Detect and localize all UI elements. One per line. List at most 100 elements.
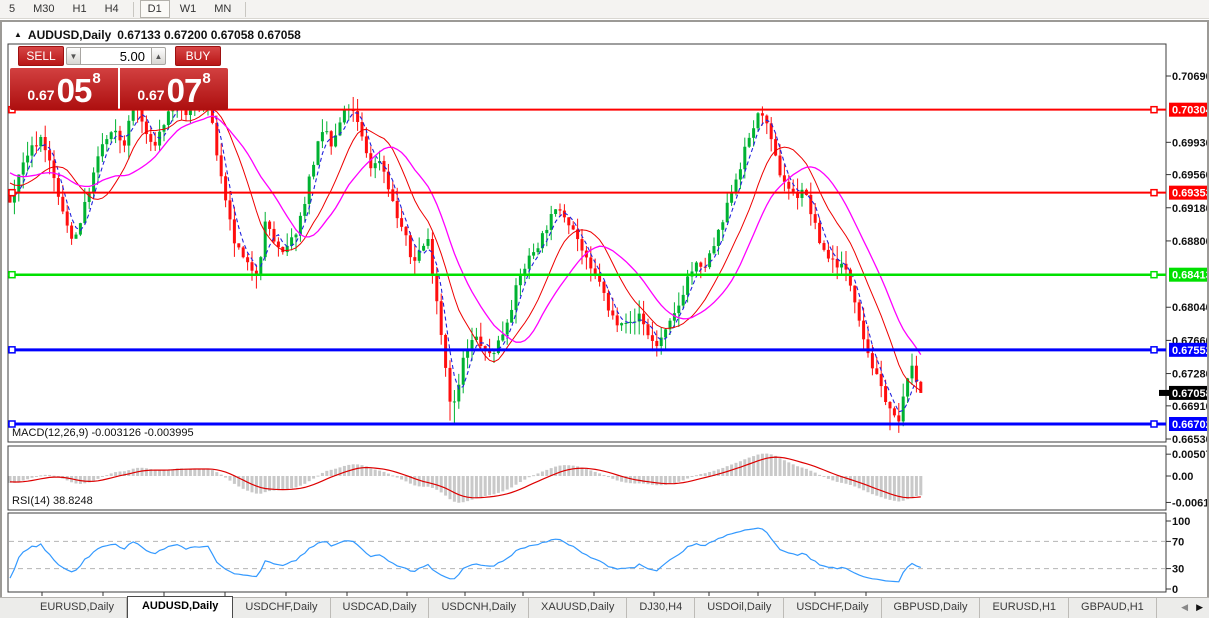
- level-price-badge-label: 0.66702: [1172, 419, 1207, 431]
- chart-tab-usdcnh-daily[interactable]: USDCNH,Daily: [429, 598, 530, 618]
- volume-increase-button[interactable]: ▲: [151, 47, 166, 65]
- level-line-handle[interactable]: [8, 188, 16, 197]
- timeframe-button-mn[interactable]: MN: [206, 0, 239, 18]
- candle-body: [848, 269, 852, 286]
- chart-tab-gbpusd-daily[interactable]: GBPUSD,Daily: [882, 598, 981, 618]
- macd-histogram-bar: [140, 467, 144, 476]
- macd-histogram-bar: [276, 476, 280, 491]
- tabs-scroll-left-icon[interactable]: ◀: [1181, 602, 1188, 613]
- sell-price-button[interactable]: 0.67 05 8: [10, 68, 118, 110]
- macd-histogram-bar: [813, 472, 817, 476]
- macd-histogram-bar: [523, 476, 527, 480]
- macd-histogram-bar: [906, 476, 910, 500]
- macd-histogram-bar: [17, 476, 21, 482]
- macd-histogram-bar: [206, 469, 210, 476]
- macd-histogram-bar: [281, 476, 285, 490]
- chart-tab-usdchf-daily[interactable]: USDCHF,Daily: [233, 598, 331, 618]
- macd-histogram-bar: [426, 476, 430, 487]
- timeframe-button-m30[interactable]: M30: [25, 0, 62, 18]
- macd-histogram-bar: [400, 476, 404, 480]
- candle-body: [615, 315, 619, 326]
- macd-histogram-bar: [470, 476, 474, 500]
- candle-body: [39, 137, 43, 147]
- macd-histogram-bar: [765, 453, 769, 476]
- macd-histogram-bar: [483, 476, 487, 497]
- timeframe-button-w1[interactable]: W1: [172, 0, 205, 18]
- macd-histogram-bar: [602, 475, 606, 477]
- chart-tab-audusd-daily[interactable]: AUDUSD,Daily: [126, 596, 234, 618]
- macd-histogram-bar: [391, 475, 395, 477]
- macd-histogram-bar: [699, 474, 703, 476]
- sell-button[interactable]: SELL: [18, 46, 64, 66]
- candle-body: [127, 120, 131, 146]
- candle-body: [628, 321, 632, 323]
- macd-histogram-bar: [294, 476, 298, 488]
- macd-histogram-bar: [611, 476, 615, 479]
- level-line-handle[interactable]: [1150, 188, 1158, 197]
- macd-histogram-bar: [34, 476, 38, 477]
- price-axis-label: 0.70690: [1172, 71, 1207, 83]
- candle-body: [910, 365, 914, 379]
- candle-body: [738, 169, 742, 180]
- buy-price-prefix: 0.67: [137, 87, 165, 103]
- candle-body: [620, 323, 624, 326]
- macd-histogram-bar: [232, 476, 236, 484]
- macd-histogram-bar: [589, 470, 593, 476]
- chart-tab-xauusd-daily[interactable]: XAUUSD,Daily: [529, 598, 628, 618]
- candle-body: [320, 132, 324, 142]
- macd-histogram-bar: [241, 476, 245, 489]
- buy-price-pip: 8: [202, 70, 211, 87]
- candle-body: [914, 365, 918, 382]
- candle-body: [17, 174, 21, 193]
- macd-histogram-bar: [672, 476, 676, 483]
- volume-decrease-button[interactable]: ▼: [66, 47, 81, 65]
- chart-tab-dj30-h4[interactable]: DJ30,H4: [627, 598, 696, 618]
- chart-tab-usdchf-daily[interactable]: USDCHF,Daily: [784, 598, 882, 618]
- timeframe-button-h4[interactable]: H4: [97, 0, 127, 18]
- candle-body: [571, 225, 575, 230]
- chart-tab-eurusd-daily[interactable]: EURUSD,Daily: [28, 598, 127, 618]
- tabs-scroll-right-icon[interactable]: ▶: [1196, 602, 1203, 613]
- level-line-handle[interactable]: [1150, 105, 1158, 114]
- chart-tab-usdoil-daily[interactable]: USDOil,Daily: [695, 598, 785, 618]
- candle-body: [853, 285, 857, 303]
- timeframe-button-h1[interactable]: H1: [65, 0, 95, 18]
- macd-histogram-bar: [448, 476, 452, 500]
- timeframe-button-d1[interactable]: D1: [139, 0, 170, 18]
- level-line-handle[interactable]: [1150, 420, 1158, 428]
- level-line-handle[interactable]: [8, 346, 16, 354]
- candle-body: [470, 340, 474, 349]
- level-price-badge-label: 0.69353: [1172, 188, 1207, 200]
- macd-histogram-bar: [690, 476, 694, 477]
- macd-histogram-bar: [668, 476, 672, 484]
- timeframe-button-5[interactable]: 5: [1, 0, 23, 18]
- macd-axis-label: 0.005076: [1172, 449, 1207, 461]
- collapse-trade-panel-icon[interactable]: ▲: [14, 30, 22, 39]
- chart-window: 0.70690 0.69930 0.69560 0.69180 0.68800 0.680…: [0, 20, 1209, 597]
- level-line-handle[interactable]: [8, 270, 16, 279]
- macd-histogram-bar: [109, 473, 113, 476]
- candle-body: [650, 335, 654, 341]
- candle-body: [492, 353, 496, 355]
- candle-body: [439, 301, 443, 335]
- macd-histogram-bar: [642, 476, 646, 484]
- candle-body: [479, 336, 483, 346]
- macd-histogram-bar: [316, 475, 320, 477]
- candle-body: [514, 285, 518, 310]
- candle-body: [791, 188, 795, 192]
- macd-histogram-bar: [224, 476, 228, 478]
- candle-body: [567, 217, 571, 226]
- candle-body: [919, 381, 923, 393]
- level-line-handle[interactable]: [1150, 270, 1158, 279]
- chart-tab-usdcad-daily[interactable]: USDCAD,Daily: [331, 598, 430, 618]
- macd-histogram-bar: [263, 476, 267, 493]
- candle-body: [787, 181, 791, 189]
- chart-tab-eurusd-h1[interactable]: EURUSD,H1: [980, 598, 1070, 618]
- chart-tab-gbpaud-h1[interactable]: GBPAUD,H1: [1069, 598, 1157, 618]
- candle-body: [26, 155, 30, 163]
- level-line-handle[interactable]: [1150, 346, 1158, 354]
- buy-price-button[interactable]: 0.67 07 8: [120, 68, 228, 110]
- buy-button[interactable]: BUY: [175, 46, 221, 66]
- volume-input[interactable]: [81, 47, 151, 65]
- candle-body: [34, 145, 38, 147]
